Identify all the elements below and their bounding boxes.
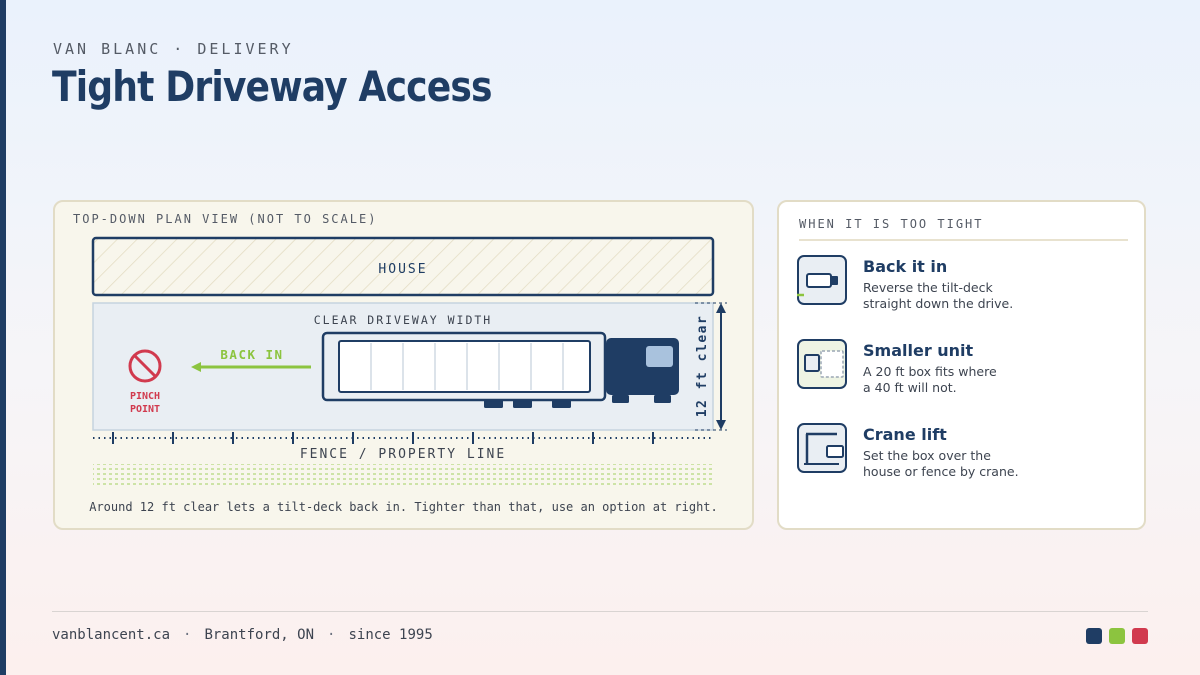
plan-view-panel: TOP-DOWN PLAN VIEW (NOT TO SCALE) HOUSE … xyxy=(53,200,754,530)
back-in-label: BACK IN xyxy=(220,347,283,362)
truck-reverse-icon xyxy=(797,255,847,305)
option-crane-lift: Crane lift Set the box over the house or… xyxy=(797,423,1127,483)
footer-separator: · xyxy=(327,627,336,643)
option-title: Smaller unit xyxy=(863,341,974,360)
footer-separator: · xyxy=(183,627,192,643)
option-smaller-unit: Smaller unit A 20 ft box fits where a 40… xyxy=(797,339,1127,399)
option-description: Set the box over the house or fence by c… xyxy=(863,448,1019,479)
option-description: A 20 ft box fits where a 40 ft will not. xyxy=(863,364,997,395)
grass-strip xyxy=(93,464,713,487)
brand-eyebrow: VAN BLANC · DELIVERY xyxy=(53,40,294,58)
pinch-point-label-1: PINCH xyxy=(130,391,160,402)
green-swatch xyxy=(1109,628,1125,644)
footer-website: vanblancent.ca xyxy=(52,627,171,643)
option-title: Back it in xyxy=(863,257,948,276)
navy-swatch xyxy=(1086,628,1102,644)
clearance-label: 12 ft clear xyxy=(695,315,710,418)
fence-label: FENCE / PROPERTY LINE xyxy=(300,447,506,462)
options-heading: WHEN IT IS TOO TIGHT xyxy=(799,217,984,231)
house-label: HOUSE xyxy=(378,262,427,277)
options-panel: WHEN IT IS TOO TIGHT Back it in Reverse … xyxy=(777,200,1146,530)
footer-since: since 1995 xyxy=(348,627,433,643)
small-box-icon xyxy=(797,339,847,389)
footer: vanblancent.ca · Brantford, ON · since 1995 xyxy=(52,627,433,643)
option-description: Reverse the tilt-deck straight down the … xyxy=(863,280,1014,311)
page-title: Tight Driveway Access xyxy=(52,62,492,111)
left-accent-bar xyxy=(0,0,6,675)
option-back-it-in: Back it in Reverse the tilt-deck straigh… xyxy=(797,255,1127,315)
plan-diagram: HOUSE CLEAR DRIVEWAY WIDTH PINCH POINT B… xyxy=(91,236,727,487)
option-title: Crane lift xyxy=(863,425,947,444)
red-swatch xyxy=(1132,628,1148,644)
plan-caption: Around 12 ft clear lets a tilt-deck back… xyxy=(89,500,718,514)
footer-divider xyxy=(52,611,1148,612)
pinch-point-label-2: POINT xyxy=(130,404,160,415)
fence-line xyxy=(93,432,713,444)
options-divider xyxy=(799,239,1128,241)
driveway-width-label: CLEAR DRIVEWAY WIDTH xyxy=(314,313,492,327)
house: HOUSE xyxy=(91,236,715,297)
footer-location: Brantford, ON xyxy=(204,627,315,643)
tilt-deck-truck xyxy=(321,331,679,408)
crane-icon xyxy=(797,423,847,473)
